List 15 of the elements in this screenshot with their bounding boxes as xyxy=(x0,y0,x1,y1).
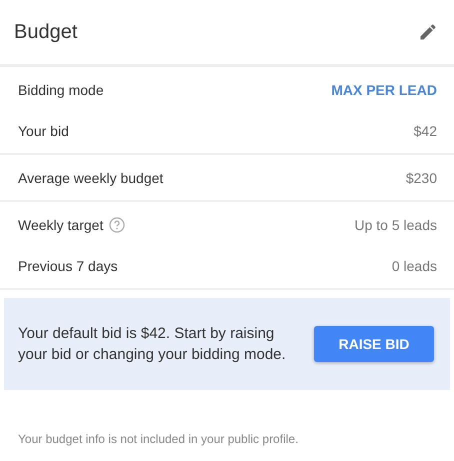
raise-bid-button[interactable]: RAISE BID xyxy=(314,326,434,362)
row-value: Up to 5 leads xyxy=(354,216,437,232)
mode-link[interactable]: MAX PER LEAD xyxy=(331,82,437,98)
row-label: Your bid xyxy=(18,122,69,138)
row-value: $230 xyxy=(406,170,437,186)
row-label: Bidding mode xyxy=(18,82,104,98)
row-label: Previous 7 days xyxy=(18,258,118,274)
edit-icon[interactable] xyxy=(418,22,438,42)
row-label: Weekly target xyxy=(18,216,104,232)
notice-message: Your default bid is $42. Start by raising your bid or changing your bidding mode. xyxy=(18,324,287,365)
row-value: 0 leads xyxy=(392,258,437,274)
row-label: Average weekly budget xyxy=(18,170,164,186)
card-title: Budget xyxy=(14,20,78,44)
footer-note: Your budget info is not included in your public profile. xyxy=(18,432,300,446)
row-value: $42 xyxy=(414,122,437,138)
